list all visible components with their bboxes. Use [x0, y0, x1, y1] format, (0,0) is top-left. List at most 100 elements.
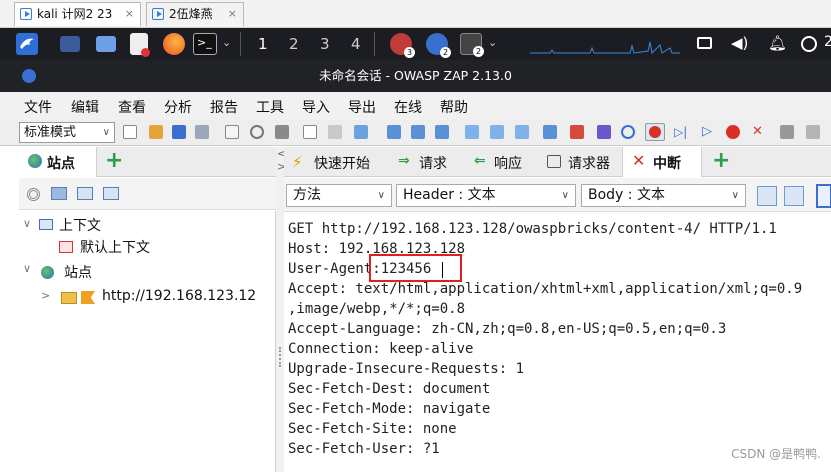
zap-app-icon[interactable]: 2 [426, 33, 451, 58]
layout-icon[interactable] [275, 125, 289, 139]
layout-split-icon[interactable] [387, 125, 401, 139]
tree-item-default-context[interactable]: 默认上下文 [80, 237, 150, 257]
chevron-down-icon[interactable]: ⌄ [488, 36, 497, 49]
tab-request[interactable]: 请求 [419, 153, 447, 173]
tab-break[interactable]: ✕ 中断 [622, 147, 702, 177]
request-editor[interactable]: GET http://192.168.123.128/owaspbricks/c… [284, 213, 831, 472]
method-select[interactable]: 方法 ∨ [286, 184, 392, 207]
workspace-3[interactable]: 3 [320, 35, 330, 53]
tab-sites[interactable]: 站点 [19, 147, 97, 177]
chevron-down-icon[interactable]: ⌄ [222, 36, 231, 49]
new-context-icon[interactable] [51, 187, 67, 200]
expand-icon[interactable] [303, 125, 317, 139]
hide-tabs-icon[interactable] [543, 125, 557, 139]
menu-analyze[interactable]: 分析 [164, 97, 192, 117]
workspace-1[interactable]: 1 [258, 35, 268, 53]
bell-icon[interactable]: 🔔︎ [768, 34, 787, 52]
keyboard-icon[interactable] [780, 125, 794, 139]
menu-help[interactable]: 帮助 [440, 97, 468, 117]
show-tabs-icon[interactable] [465, 125, 479, 139]
save-session-icon[interactable] [172, 125, 186, 139]
add-tab-button[interactable]: + [105, 148, 123, 173]
import-context-icon[interactable] [77, 187, 93, 200]
display-icon[interactable] [697, 37, 712, 49]
vm-tab-2[interactable]: 2伍烽燕 × [146, 2, 244, 26]
annotation-highlight-box [369, 254, 462, 282]
target-icon[interactable] [27, 188, 40, 201]
menu-export[interactable]: 导出 [348, 97, 376, 117]
continue-icon[interactable]: ▷ [702, 125, 716, 139]
expand-chevron-icon[interactable]: ∨ [23, 217, 31, 230]
tab-break-label: 中断 [653, 156, 681, 172]
app-icon[interactable]: 3 [390, 33, 415, 58]
terminal-icon[interactable]: >_ [193, 33, 217, 55]
menu-edit[interactable]: 编辑 [71, 97, 99, 117]
add-tab-button[interactable]: + [712, 148, 730, 173]
clock-text: 2 [824, 34, 831, 50]
tab-requester[interactable]: 请求器 [568, 153, 610, 173]
menu-view[interactable]: 查看 [118, 97, 146, 117]
scan-policy-icon[interactable] [570, 125, 584, 139]
layout-split-horizontal-icon[interactable] [784, 186, 804, 206]
cpu-graph-icon [530, 41, 680, 54]
vm-tab-label: 2伍烽燕 [169, 7, 213, 21]
firefox-icon[interactable] [163, 33, 185, 55]
export-context-icon[interactable] [103, 187, 119, 200]
layout-split-vertical-icon[interactable] [816, 184, 831, 208]
globe-icon [28, 154, 42, 168]
step-icon[interactable]: ▷| [674, 125, 688, 139]
new-session-icon[interactable] [123, 125, 137, 139]
chevron-down-icon: ∨ [561, 190, 569, 201]
tab-sites-label: 站点 [47, 156, 75, 172]
vm-icon [20, 8, 32, 20]
drop-icon[interactable] [726, 125, 740, 139]
layout-side-icon[interactable] [435, 125, 449, 139]
menu-file[interactable]: 文件 [24, 97, 52, 117]
menu-import[interactable]: 导入 [302, 97, 330, 117]
menu-tools[interactable]: 工具 [256, 97, 284, 117]
vm-tab-kali[interactable]: kali 计网2 23 × [14, 2, 141, 26]
close-icon[interactable]: × [228, 3, 237, 25]
menu-online[interactable]: 在线 [394, 97, 422, 117]
terminal-app-icon[interactable]: 2 [460, 33, 484, 57]
workspace-2[interactable]: 2 [289, 35, 299, 53]
manage-add-ons-icon[interactable] [806, 125, 820, 139]
desktop-panel: >_ ⌄ 1 2 3 4 3 2 2 ⌄ ◀) 🔔︎ 2 [0, 28, 831, 60]
text-editor-icon[interactable] [130, 33, 150, 57]
header-view-select[interactable]: Header : 文本 ∨ [396, 184, 576, 207]
tab-quick-start[interactable]: 快速开始 [314, 153, 370, 173]
layout-bottom-icon[interactable] [411, 125, 425, 139]
snapshot-icon[interactable] [195, 125, 209, 139]
file-manager-icon[interactable] [96, 36, 116, 52]
menu-report[interactable]: 报告 [210, 97, 238, 117]
right-tab-bar: ⚡︎ 快速开始 ⇒ 请求 ⇐ 响应 请求器 ✕ 中断 + [284, 147, 831, 177]
bulb-icon[interactable] [621, 125, 635, 139]
options-gear-icon[interactable] [250, 125, 264, 139]
open-session-icon[interactable] [149, 125, 163, 139]
tree-item-sites[interactable]: 站点 [64, 262, 92, 282]
volume-icon[interactable]: ◀) [731, 34, 748, 52]
layout-combined-icon[interactable] [757, 186, 777, 206]
show-desktop-icon[interactable] [60, 36, 80, 52]
workspace-4[interactable]: 4 [351, 35, 361, 53]
tab-icon[interactable] [328, 125, 342, 139]
properties-icon[interactable] [225, 125, 239, 139]
tree-item-contexts[interactable]: 上下文 [59, 215, 101, 235]
power-icon[interactable] [801, 36, 817, 52]
expand-chevron-icon[interactable]: ∨ [23, 262, 31, 275]
kali-menu-icon[interactable] [16, 33, 38, 55]
panel-splitter[interactable]: < > [276, 147, 286, 472]
show-all-tabs-icon[interactable] [515, 125, 529, 139]
mode-select[interactable]: 标准模式 ∨ [19, 122, 115, 143]
body-view-select[interactable]: Body : 文本 ∨ [581, 184, 746, 207]
tree-item-host[interactable]: http://192.168.123.12 [102, 288, 256, 304]
break-toggle-button[interactable] [645, 123, 665, 141]
pin-tabs-icon[interactable] [490, 125, 504, 139]
tab-response[interactable]: 响应 [494, 153, 522, 173]
close-icon[interactable]: × [125, 3, 134, 25]
request-line: Accept-Language: zh-CN,zh;q=0.8,en-US;q=… [288, 321, 727, 337]
expand-chevron-icon[interactable]: > [41, 289, 50, 302]
layout-full-icon[interactable] [354, 125, 368, 139]
hud-icon[interactable] [597, 125, 611, 139]
cancel-icon[interactable]: ✕ [752, 125, 766, 139]
